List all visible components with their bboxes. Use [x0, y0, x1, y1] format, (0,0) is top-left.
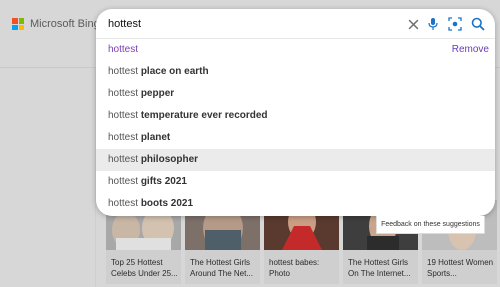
remove-suggestion-link[interactable]: Remove: [452, 39, 489, 61]
suggestion-item-highlighted[interactable]: hottest philosopher: [96, 149, 495, 171]
logo-square-blue: [12, 24, 18, 30]
microsoft-logo-icon: [12, 18, 24, 30]
suggestion-item[interactable]: hottest planet: [96, 127, 495, 149]
suggestion-prefix: hottest: [108, 132, 139, 143]
suggestion-prefix: hottest: [108, 198, 139, 209]
image-caption: hottest babes: Photo: [269, 258, 320, 278]
suggestion-prefix: hottest: [108, 154, 139, 165]
suggestion-item[interactable]: hottest temperature ever recorded: [96, 105, 495, 127]
suggestion-item[interactable]: hottest gifts 2021: [96, 171, 495, 193]
suggestion-completion: boots 2021: [140, 198, 194, 209]
suggestion-prefix: hottest: [108, 110, 139, 121]
suggestion-completion: place on earth: [140, 66, 209, 77]
image-caption: Top 25 Hottest Celebs Under 25...: [111, 258, 178, 278]
search-bar: [96, 9, 495, 39]
suggestion-item[interactable]: hottest Remove: [96, 39, 495, 61]
suggestion-list: hottest Remove hottest place on earth ho…: [96, 39, 495, 215]
brand-name: Microsoft Bing: [30, 18, 100, 30]
suggestion-item[interactable]: hottest boots 2021: [96, 193, 495, 215]
feedback-link[interactable]: Feedback on these suggestions: [376, 216, 485, 234]
suggestion-item[interactable]: hottest place on earth: [96, 61, 495, 83]
suggestion-completion: pepper: [140, 88, 175, 99]
bing-logo[interactable]: Microsoft Bing: [12, 18, 100, 30]
image-caption: The Hottest Girls On The Internet...: [348, 258, 411, 278]
suggestion-prefix: hottest: [108, 44, 139, 55]
search-input[interactable]: [108, 15, 388, 33]
image-caption: 19 Hottest Women Sports...: [427, 258, 494, 278]
suggestion-prefix: hottest: [108, 176, 139, 187]
logo-square-red: [12, 18, 18, 24]
suggestion-completion: planet: [140, 132, 171, 143]
close-icon[interactable]: [405, 16, 421, 32]
logo-square-green: [18, 18, 24, 24]
suggestion-prefix: hottest: [108, 66, 139, 77]
microphone-icon[interactable]: [425, 16, 441, 32]
image-caption: The Hottest Girls Around The Net...: [190, 258, 253, 278]
suggestion-item[interactable]: hottest pepper: [96, 83, 495, 105]
search-autosuggest-panel: hottest Remove hottest place on earth ho…: [96, 9, 495, 216]
suggestion-completion: temperature ever recorded: [140, 110, 268, 121]
logo-square-yellow: [18, 24, 24, 30]
suggestion-completion: philosopher: [140, 154, 199, 165]
camera-scan-icon[interactable]: [447, 16, 463, 32]
search-icon[interactable]: [470, 16, 486, 32]
suggestion-prefix: hottest: [108, 88, 139, 99]
suggestion-completion: gifts 2021: [140, 176, 187, 187]
